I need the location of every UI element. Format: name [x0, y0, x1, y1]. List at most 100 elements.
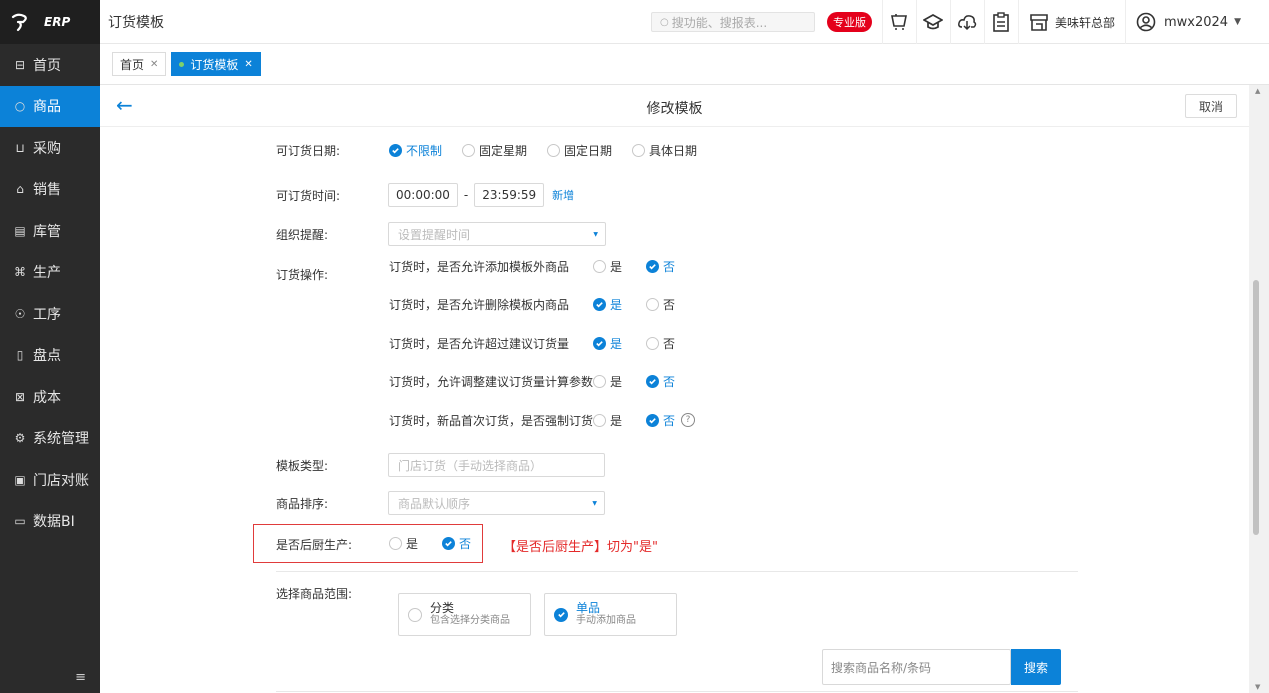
sidebar-item[interactable]: ▭ 数据BI — [0, 501, 100, 543]
sidebar-item-label: 首页 — [33, 57, 61, 74]
scope-card-category[interactable]: 分类 包含选择分类商品 — [398, 593, 531, 636]
sidebar-item[interactable]: ▯ 盘点 — [0, 335, 100, 377]
operation-option-no[interactable]: 否 — [646, 373, 675, 390]
sidebar-item-label: 生产 — [33, 265, 61, 282]
sidebar-item[interactable]: ▤ 库管 — [0, 210, 100, 252]
chevron-down-icon: ▼ — [593, 231, 598, 238]
add-time-link[interactable]: 新增 — [552, 187, 574, 203]
scope-card-single-item[interactable]: 单品 手动添加商品 — [544, 593, 677, 636]
template-type-row: 模板类型: 门店订货（手动选择商品） — [100, 453, 1249, 477]
cancel-button[interactable]: 取消 — [1185, 94, 1237, 118]
sorting-select[interactable]: 商品默认顺序 ▼ — [388, 491, 605, 515]
user-menu[interactable]: mwx2024 ▼ — [1125, 0, 1269, 44]
close-icon[interactable]: ✕ — [150, 59, 158, 70]
operation-option-no[interactable]: 否 — [646, 335, 675, 352]
vertical-scrollbar[interactable]: ▲ ▼ — [1249, 85, 1269, 693]
sales-icon: ⌂ — [16, 182, 24, 197]
operation-option-no[interactable]: 否 — [646, 258, 675, 275]
scroll-up-icon[interactable]: ▲ — [1255, 87, 1260, 95]
sidebar-item[interactable]: ⊔ 采购 — [0, 127, 100, 169]
order-date-option-weekly[interactable]: 固定星期 — [462, 142, 527, 159]
option-label: 固定日期 — [564, 143, 613, 158]
store-name: 美味轩总部 — [1054, 15, 1115, 30]
radio-icon — [593, 375, 606, 388]
cloud-download-icon — [958, 15, 977, 31]
sidebar-item-label: 销售 — [33, 182, 61, 199]
sidebar-item[interactable]: ⊠ 成本 — [0, 376, 100, 418]
production-icon: ⌘ — [14, 265, 26, 280]
checked-radio-icon — [389, 143, 402, 157]
sidebar-item[interactable]: ○ 商品 — [0, 85, 100, 127]
graduation-cap-icon — [923, 14, 944, 30]
sidebar-item-label: 商品 — [33, 99, 61, 116]
tab-order-template[interactable]: 订货模板 ✕ — [171, 52, 261, 76]
help-icon[interactable]: ? — [681, 413, 696, 427]
edition-badge[interactable]: 专业版 — [826, 12, 872, 32]
store-switcher[interactable]: 美味轩总部 — [1017, 0, 1125, 44]
reminder-row: 组织提醒: 设置提醒时间 ▼ — [100, 222, 1249, 246]
scroll-down-icon[interactable]: ▼ — [1255, 683, 1260, 691]
clipboard-button[interactable] — [983, 0, 1018, 44]
operation-option-yes[interactable]: 是 — [593, 296, 622, 313]
end-time-input[interactable]: 23:59:59 — [474, 183, 545, 207]
tab-bar: 首页 ✕ 订货模板 ✕ — [100, 44, 1269, 85]
operations-label: 订货操作: — [276, 268, 329, 282]
kitchen-option-no[interactable]: 否 — [442, 535, 471, 552]
operation-text: 订货时，是否允许删除模板内商品 — [389, 298, 570, 312]
cloud-download-button[interactable] — [949, 0, 984, 44]
sidebar-item[interactable]: ⚙ 系统管理 — [0, 418, 100, 460]
sidebar-item-label: 采购 — [33, 140, 61, 157]
sidebar: ERP ⊟ 首页 ○ 商品 ⊔ 采购 ⌂ 销售 ▤ 库管 ⌘ 生产 ☉ 工序 ▯ 盘点 ⊠ 成本 ⚙ 系统管理 ▣ 门店对… — [0, 0, 100, 693]
option-label: 否 — [663, 298, 676, 312]
store-icon — [1030, 14, 1048, 31]
operation-option-yes[interactable]: 是 — [593, 412, 622, 429]
option-label: 不限制 — [406, 143, 443, 158]
tab-label: 订货模板 — [190, 57, 239, 72]
operation-option-no[interactable]: 否 — [646, 412, 675, 429]
top-bar: 订货模板 ○ 搜功能、搜报表... 专业版 美味轩总部 mwx2024 ▼ — [100, 0, 1269, 44]
sidebar-item[interactable]: ⌂ 销售 — [0, 169, 100, 211]
operation-option-yes[interactable]: 是 — [593, 373, 622, 390]
option-label: 否 — [663, 413, 676, 428]
radio-icon — [632, 143, 646, 157]
reminder-select[interactable]: 设置提醒时间 ▼ — [388, 222, 606, 246]
order-date-option-fixed-date[interactable]: 固定日期 — [547, 142, 612, 159]
divider — [276, 691, 1078, 692]
close-icon[interactable]: ✕ — [244, 59, 252, 70]
option-label: 是 — [406, 537, 419, 551]
operation-option-yes[interactable]: 是 — [593, 335, 622, 352]
logo-text: ERP — [44, 15, 71, 29]
tab-label: 首页 — [120, 57, 145, 72]
operation-option-no[interactable]: 否 — [646, 296, 675, 313]
sidebar-item[interactable]: ⊟ 首页 — [0, 44, 100, 86]
tab-home[interactable]: 首页 ✕ — [112, 52, 167, 76]
checked-radio-icon — [646, 413, 660, 427]
learning-button[interactable] — [915, 0, 950, 44]
operation-text: 订货时，是否允许超过建议订货量 — [389, 336, 570, 351]
kitchen-options: 是 否 — [389, 535, 491, 552]
cart-icon — [891, 14, 908, 30]
start-time-input[interactable]: 00:00:00 — [388, 183, 458, 207]
sidebar-item[interactable]: ☉ 工序 — [0, 293, 100, 335]
cart-button[interactable] — [881, 0, 916, 44]
order-date-option-unlimited[interactable]: 不限制 — [389, 142, 442, 159]
sidebar-item[interactable]: ▣ 门店对账 — [0, 459, 100, 501]
goods-search-input[interactable]: 搜索商品名称/条码 — [822, 649, 1011, 685]
scrollbar-thumb[interactable] — [1253, 280, 1259, 535]
logo[interactable]: ERP — [0, 0, 100, 44]
sidebar-item[interactable]: ⌘ 生产 — [0, 252, 100, 294]
warehouse-icon: ▤ — [14, 223, 26, 238]
option-label: 否 — [663, 259, 676, 274]
checked-radio-icon — [646, 259, 660, 273]
collapse-menu-icon[interactable]: ≡ — [75, 670, 86, 685]
card-title: 单品 — [576, 601, 601, 615]
radio-icon — [408, 607, 422, 622]
radio-icon — [389, 537, 402, 550]
order-date-option-specific-date[interactable]: 具体日期 — [632, 142, 697, 159]
kitchen-option-yes[interactable]: 是 — [389, 535, 418, 552]
template-type-label: 模板类型: — [276, 458, 329, 473]
goods-search-button[interactable]: 搜索 — [1011, 649, 1061, 685]
settings-icon: ⚙ — [14, 431, 26, 446]
function-search-input[interactable]: ○ 搜功能、搜报表... — [650, 12, 815, 32]
operation-option-yes[interactable]: 是 — [593, 258, 622, 275]
